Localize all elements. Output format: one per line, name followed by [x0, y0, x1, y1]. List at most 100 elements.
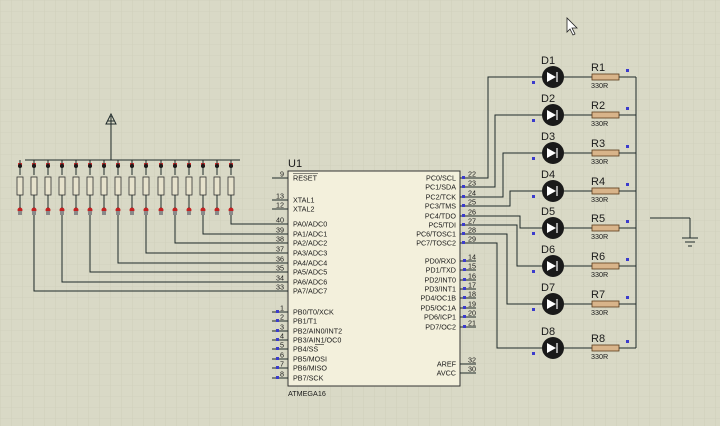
switch-body[interactable]: [185, 176, 193, 196]
chip-pin-number: 19: [468, 300, 476, 309]
schematic-canvas[interactable]: U1ATMEGA169 RESET13 XTAL112 XTAL240 PA0/ADC0…: [0, 0, 720, 426]
chip-pin-number: 23: [468, 179, 476, 188]
switch-terminal: [159, 211, 163, 215]
chip-pin-name: PB1/T1: [293, 317, 317, 326]
pin-marker: [626, 220, 629, 223]
pin-marker: [532, 232, 535, 235]
chip-pin-number: 9: [280, 170, 284, 179]
switch-body[interactable]: [157, 176, 165, 196]
resistor-body[interactable]: [591, 111, 620, 119]
pin-marker: [276, 329, 279, 332]
chip-pin-name: PC5/TDI: [428, 221, 456, 230]
switch-terminal: [18, 211, 22, 215]
switch-body[interactable]: [100, 176, 108, 196]
chip-pin-name: PA0/ADC0: [293, 220, 327, 229]
switch-node: [46, 164, 50, 168]
chip-pin-name: PC3/TMS: [425, 202, 456, 211]
switch-node: [201, 164, 205, 168]
switch-body[interactable]: [44, 176, 52, 196]
chip-pin-number: 36: [276, 255, 284, 264]
switch-body[interactable]: [30, 176, 38, 196]
switch-body[interactable]: [213, 176, 221, 196]
resistor-label: R4: [591, 176, 605, 188]
chip-pin-name: PD3/INT1: [424, 285, 456, 294]
resistor-value: 330R: [591, 232, 608, 241]
switch-body[interactable]: [114, 176, 122, 196]
switch-body[interactable]: [142, 176, 150, 196]
resistor-body[interactable]: [591, 187, 620, 195]
switch-node: [187, 164, 191, 168]
chip-pin-number: 1: [280, 304, 284, 313]
led-label: D2: [541, 93, 555, 105]
resistor-body[interactable]: [591, 73, 620, 81]
resistor-body[interactable]: [591, 149, 620, 157]
switch-terminal: [32, 211, 36, 215]
chip-pin-name: PD2/INT0: [424, 276, 456, 285]
pin-marker: [532, 270, 535, 273]
chip-pin-number: 25: [468, 198, 476, 207]
pin-marker: [626, 145, 629, 148]
chip-pin-name: PA2/ADC2: [293, 239, 327, 248]
chip-pin-number: 32: [468, 356, 476, 365]
pin-marker: [463, 325, 466, 328]
switch-terminal: [60, 211, 64, 215]
resistor-body[interactable]: [591, 224, 620, 232]
chip-pin-name: RESET: [293, 174, 318, 183]
chip-pin-name: PB6/MISO: [293, 364, 327, 373]
chip-ref-label: U1: [288, 158, 302, 170]
switch-body[interactable]: [171, 176, 179, 196]
pin-marker: [532, 157, 535, 160]
pin-marker: [462, 214, 465, 217]
chip-pin-number: 28: [468, 226, 476, 235]
pin-marker: [626, 107, 629, 110]
chip-pin-name: PB0/T0/XCK: [293, 308, 334, 317]
chip-pin-number: 30: [468, 365, 476, 374]
chip-pin-name: PB7/SCK: [293, 374, 324, 383]
switch-node: [144, 164, 148, 168]
switch-body[interactable]: [16, 176, 24, 196]
resistor-body[interactable]: [591, 300, 620, 308]
chip-pin-number: 7: [280, 360, 284, 369]
chip-pin-number: 12: [276, 201, 284, 210]
chip-pin-name: PA5/ADC5: [293, 268, 327, 277]
chip-pin-name: XTAL1: [293, 196, 314, 205]
chip-pin-number: 35: [276, 264, 284, 273]
pin-marker: [532, 352, 535, 355]
chip-part-label: ATMEGA16: [288, 389, 326, 398]
chip-pin-name: PA4/ADC4: [293, 259, 327, 268]
pin-marker: [463, 306, 466, 309]
pin-marker: [626, 69, 629, 72]
switch-terminal: [116, 211, 120, 215]
chip-pin-name: PD0/RXD: [425, 257, 456, 266]
switch-body[interactable]: [58, 176, 66, 196]
resistor-value: 330R: [591, 270, 608, 279]
chip-pin-name: PC0/SCL: [426, 174, 456, 183]
resistor-label: R8: [591, 333, 605, 345]
resistor-body[interactable]: [591, 262, 620, 270]
switch-node: [74, 164, 78, 168]
switch-terminal: [130, 211, 134, 215]
switch-terminal: [74, 211, 78, 215]
pin-marker: [626, 296, 629, 299]
switch-body[interactable]: [72, 176, 80, 196]
chip-pin-number: 24: [468, 189, 476, 198]
led-label: D3: [541, 131, 555, 143]
chip-pin-name: PC4/TDO: [425, 212, 457, 221]
switch-node: [159, 164, 163, 168]
pin-marker: [463, 287, 466, 290]
resistor-body[interactable]: [591, 344, 620, 352]
switch-body[interactable]: [199, 176, 207, 196]
switch-node: [32, 164, 36, 168]
resistor-label: R1: [591, 62, 605, 74]
switch-body[interactable]: [227, 176, 235, 196]
led-label: D4: [541, 169, 555, 181]
chip-pin-name: PC1/SDA: [425, 183, 456, 192]
switch-body[interactable]: [86, 176, 94, 196]
led-label: D1: [541, 55, 555, 67]
microcontroller-u1[interactable]: U1ATMEGA169 RESET13 XTAL112 XTAL240 PA0/ADC0…: [272, 158, 476, 398]
pin-marker: [462, 204, 465, 207]
switch-body[interactable]: [128, 176, 136, 196]
switch-terminal: [215, 211, 219, 215]
chip-pin-number: 34: [276, 274, 284, 283]
chip-pin-name: PC2/TCK: [426, 193, 457, 202]
